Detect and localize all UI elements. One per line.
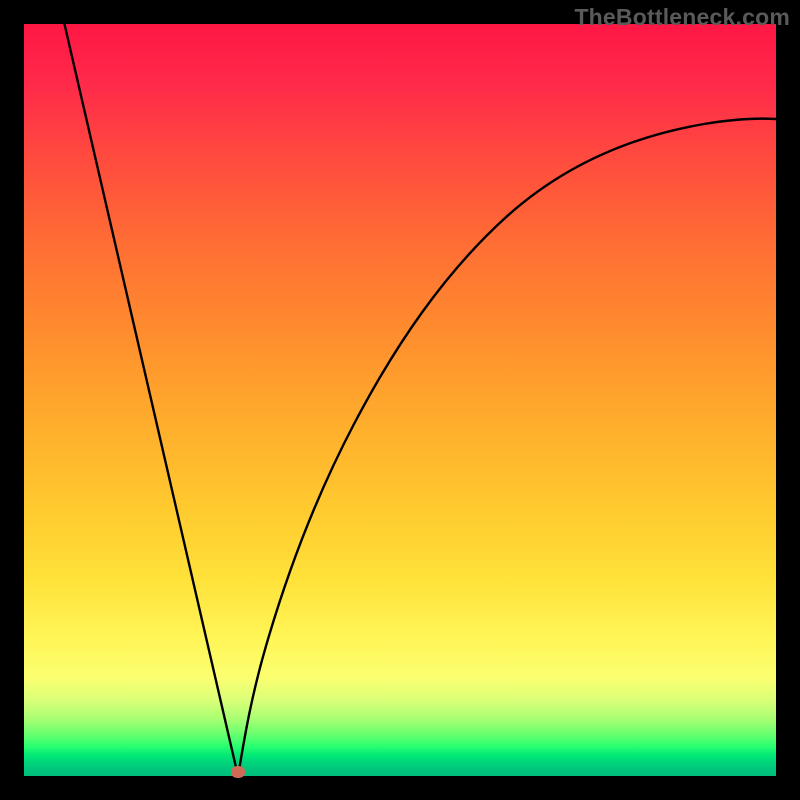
minimum-marker xyxy=(231,766,245,778)
watermark-text: TheBottleneck.com xyxy=(574,4,790,31)
chart-plot-area xyxy=(24,24,776,776)
